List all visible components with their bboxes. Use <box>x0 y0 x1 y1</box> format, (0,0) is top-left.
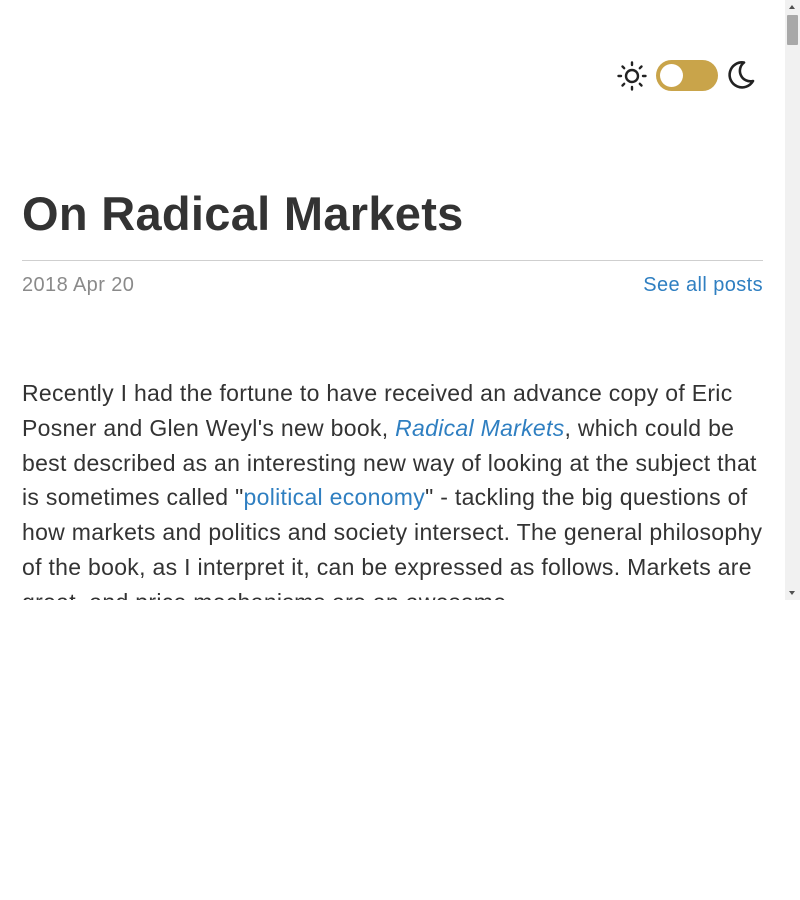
scroll-up-button[interactable] <box>785 0 800 15</box>
scroll-down-button[interactable] <box>785 585 800 600</box>
sun-icon <box>617 61 647 91</box>
browser-viewport: On Radical Markets 2018 Apr 20 See all p… <box>0 0 785 600</box>
arrow-down-icon <box>789 591 795 595</box>
theme-toggle <box>616 58 760 94</box>
book-title: Radical Markets <box>395 414 565 441</box>
page-title: On Radical Markets <box>22 187 464 240</box>
book-title-link[interactable]: Radical Markets <box>395 415 564 441</box>
theme-switch[interactable] <box>656 60 718 91</box>
title-divider <box>22 260 763 261</box>
see-all-posts-link[interactable]: See all posts <box>643 274 763 297</box>
post-date: 2018 Apr 20 <box>22 274 135 296</box>
political-economy-link[interactable]: political economy <box>244 484 426 510</box>
vertical-scrollbar[interactable] <box>785 0 800 600</box>
switch-knob <box>660 64 683 87</box>
moon-icon <box>728 61 755 89</box>
article-paragraph: Recently I had the fortune to have recei… <box>22 376 763 600</box>
scroll-thumb[interactable] <box>787 15 798 45</box>
arrow-up-icon <box>789 5 795 9</box>
